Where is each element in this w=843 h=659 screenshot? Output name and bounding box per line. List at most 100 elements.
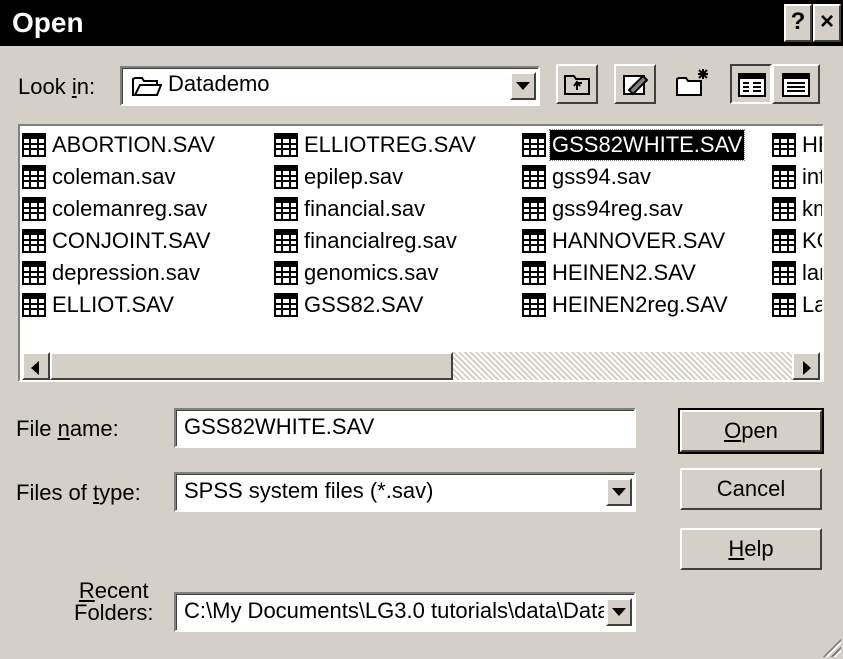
files-of-type-label-text: Files of [16, 480, 94, 505]
recent-folders-value: C:\My Documents\LG3.0 tutorials\data\Dat… [184, 598, 604, 623]
new-folder-icon [676, 69, 708, 96]
up-one-level-button[interactable] [556, 64, 598, 104]
file-item-name: KO [802, 228, 822, 253]
file-item-name: Lar [802, 292, 822, 317]
chevron-down-icon [516, 82, 530, 90]
close-title-button[interactable]: × [813, 4, 841, 42]
spss-data-file-icon [522, 293, 546, 317]
recent-folders-dropdown-button[interactable] [606, 598, 632, 626]
spss-data-file-icon [522, 165, 546, 189]
file-item-name: ELLIOTREG.SAV [304, 132, 476, 157]
list-view-icon [738, 73, 766, 97]
file-item-name: km [802, 196, 822, 221]
file-item-name: HEINEN2reg.SAV [552, 292, 728, 317]
desktop-icon [623, 74, 649, 96]
file-item-name: HANNOVER.SAV [552, 228, 726, 253]
files-of-type-value: SPSS system files (*.sav) [184, 478, 434, 503]
desktop-button[interactable] [614, 64, 656, 104]
spss-data-file-icon [274, 261, 298, 285]
file-name-label-text2: ame: [69, 416, 119, 441]
scroll-thumb[interactable] [50, 352, 453, 380]
file-list[interactable]: Lar lan KO km inte HE HEINEN2reg.SAV HEINEN2.SA… [18, 124, 824, 382]
resize-grip[interactable] [819, 635, 841, 657]
file-item-name: genomics.sav [304, 260, 439, 285]
details-view-button[interactable] [772, 64, 820, 104]
file-item-name: ELLIOT.SAV [52, 292, 174, 317]
look-in-combobox[interactable]: Datademo [120, 66, 540, 106]
spss-data-file-icon [22, 197, 46, 221]
file-item-name: HEINEN2.SAV [552, 260, 696, 285]
files-of-type-dropdown-button[interactable] [606, 478, 632, 506]
title-bar[interactable]: Open ? × [0, 0, 843, 46]
spss-data-file-icon [22, 293, 46, 317]
recent-folders-label-line2: Folders: [74, 600, 154, 625]
horizontal-scrollbar[interactable] [22, 352, 820, 380]
look-in-dropdown-button[interactable] [510, 72, 536, 100]
spss-data-file-icon [772, 261, 796, 285]
files-of-type-label: Files of type: [16, 480, 141, 506]
recent-folders-combobox[interactable]: C:\My Documents\LG3.0 tutorials\data\Dat… [174, 592, 636, 632]
look-in-label: Look in: [18, 74, 95, 100]
file-item-name: lan [802, 260, 822, 285]
up-one-level-icon [564, 75, 590, 95]
spss-data-file-icon [274, 133, 298, 157]
file-item-name: inte [802, 164, 822, 189]
spss-data-file-icon [22, 165, 46, 189]
spss-data-file-icon [772, 197, 796, 221]
list-view-button[interactable] [730, 64, 772, 104]
help-title-button[interactable]: ? [784, 4, 812, 42]
file-item-name: depression.sav [52, 260, 200, 285]
help-button-key: H [728, 536, 745, 561]
file-name-value: GSS82WHITE.SAV [184, 414, 375, 439]
file-name-label-key: n [57, 416, 70, 441]
file-item-name: epilep.sav [304, 164, 404, 189]
spss-data-file-icon [274, 293, 298, 317]
file-name-input[interactable]: GSS82WHITE.SAV [174, 408, 636, 448]
file-item-name: CONJOINT.SAV [52, 228, 211, 253]
cancel-button[interactable]: Cancel [680, 468, 822, 510]
file-name-label-text: File [16, 416, 58, 441]
open-button[interactable]: Open [678, 408, 824, 454]
recent-folders-label-line1: Recent [74, 580, 153, 602]
spss-data-file-icon [522, 229, 546, 253]
spss-data-file-icon [522, 133, 546, 157]
scroll-left-button[interactable] [22, 352, 50, 380]
file-item-name: gss94reg.sav [552, 196, 683, 221]
details-view-icon [782, 73, 810, 97]
file-item-name: ABORTION.SAV [52, 132, 216, 157]
file-item-name: HE [802, 132, 822, 157]
recent-folders-label: Recent Folders: [74, 580, 153, 624]
look-in-label-text: Look [18, 74, 72, 99]
spss-data-file-icon [274, 165, 298, 189]
look-in-value: Datademo [168, 71, 270, 96]
folder-open-icon [132, 77, 162, 96]
spss-data-file-icon [274, 229, 298, 253]
look-in-label-text2: n: [76, 74, 96, 99]
spss-data-file-icon [522, 261, 546, 285]
chevron-down-icon [612, 608, 626, 616]
spss-data-file-icon [772, 229, 796, 253]
file-item-name: GSS82.SAV [304, 292, 424, 317]
file-item-name: colemanreg.sav [52, 196, 208, 221]
scroll-right-button[interactable] [792, 352, 820, 380]
spss-data-file-icon [772, 293, 796, 317]
spss-data-file-icon [22, 229, 46, 253]
help-button-label: elp [744, 536, 774, 561]
files-of-type-label-text2: ype: [99, 480, 141, 505]
spss-data-file-icon [22, 261, 46, 285]
file-item-name: GSS82WHITE.SAV [548, 129, 746, 161]
file-item-name: gss94.sav [552, 164, 652, 189]
file-item-name: financialreg.sav [304, 228, 457, 253]
file-name-label: File name: [16, 416, 119, 442]
arrow-left-icon [31, 361, 39, 375]
help-button[interactable]: Help [680, 528, 822, 570]
spss-data-file-icon [522, 197, 546, 221]
open-button-label: pen [741, 418, 778, 443]
open-button-key: O [724, 418, 742, 443]
file-item-name: coleman.sav [52, 164, 176, 189]
new-folder-button[interactable] [670, 64, 712, 104]
window-title: Open [12, 7, 84, 38]
spss-data-file-icon [772, 165, 796, 189]
file-item-name: financial.sav [304, 196, 426, 221]
files-of-type-combobox[interactable]: SPSS system files (*.sav) [174, 472, 636, 512]
